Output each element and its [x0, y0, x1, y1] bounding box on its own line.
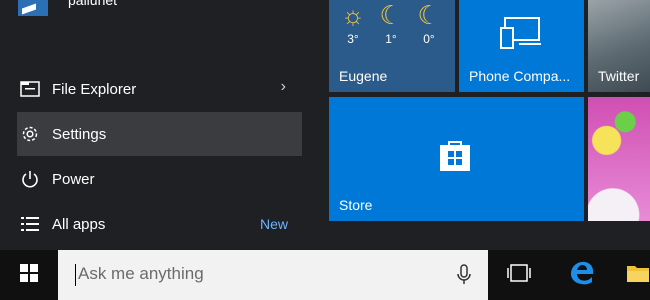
microphone-icon[interactable] — [456, 264, 472, 291]
folder-icon — [626, 262, 650, 289]
devices-icon — [499, 16, 545, 55]
weather-tile-label: Eugene — [339, 68, 388, 84]
power-item[interactable]: Power — [17, 157, 302, 201]
start-menu: pallunet File Explorer › Settings Power — [0, 0, 650, 250]
all-apps-label: All apps — [52, 215, 106, 233]
all-apps-item[interactable]: All apps New — [17, 202, 302, 246]
gear-icon — [19, 123, 41, 145]
list-icon — [19, 213, 41, 235]
sun-icon: ☼ — [341, 0, 365, 30]
phone-companion-tile[interactable]: Phone Compa... — [459, 0, 584, 92]
twitter-tile[interactable]: Twitter — [588, 0, 650, 92]
user-name: pallunet — [68, 0, 118, 8]
chevron-right-icon[interactable]: › — [281, 78, 286, 96]
forecast-temp-1: 3° — [347, 32, 359, 46]
file-explorer-item[interactable]: File Explorer › — [17, 67, 302, 111]
settings-label: Settings — [52, 125, 107, 143]
start-button[interactable] — [0, 250, 58, 300]
store-label: Store — [339, 197, 373, 213]
weather-tile[interactable]: ☼ 3° ☾ 1° ☾ 0° Eugene — [329, 0, 455, 92]
moon-icon: ☾ — [379, 0, 403, 30]
twitter-label: Twitter — [598, 68, 640, 84]
search-box[interactable]: Ask me anything — [58, 250, 488, 300]
text-caret — [75, 264, 76, 286]
edge-icon — [568, 259, 596, 292]
store-bag-icon — [437, 137, 473, 178]
file-explorer-taskbar-button[interactable] — [614, 250, 650, 300]
store-tile[interactable]: Store — [329, 97, 584, 221]
forecast-day-3: ☾ 0° — [409, 0, 449, 46]
start-left-pane: pallunet File Explorer › Settings Power — [0, 0, 310, 250]
windows-logo-icon — [19, 263, 39, 288]
forecast-temp-2: 1° — [385, 32, 397, 46]
moon-icon: ☾ — [417, 0, 441, 30]
edge-browser-button[interactable] — [553, 250, 611, 300]
forecast-day-1: ☼ 3° — [333, 0, 373, 46]
power-icon — [19, 168, 41, 190]
phone-companion-label: Phone Compa... — [469, 68, 571, 84]
avatar — [18, 0, 48, 16]
forecast-temp-3: 0° — [423, 32, 435, 46]
settings-item[interactable]: Settings — [17, 112, 302, 156]
user-account[interactable]: pallunet — [18, 0, 117, 16]
file-explorer-label: File Explorer — [52, 80, 137, 98]
game-tile[interactable] — [588, 97, 650, 221]
taskbar: Ask me anything — [0, 250, 650, 300]
power-label: Power — [52, 170, 95, 188]
folder-icon — [19, 78, 41, 100]
forecast-day-2: ☾ 1° — [371, 0, 411, 46]
new-badge: New — [259, 216, 288, 232]
game-artwork — [588, 97, 650, 221]
task-view-icon — [506, 262, 532, 289]
search-placeholder: Ask me anything — [78, 264, 204, 283]
task-view-button[interactable] — [490, 250, 548, 300]
